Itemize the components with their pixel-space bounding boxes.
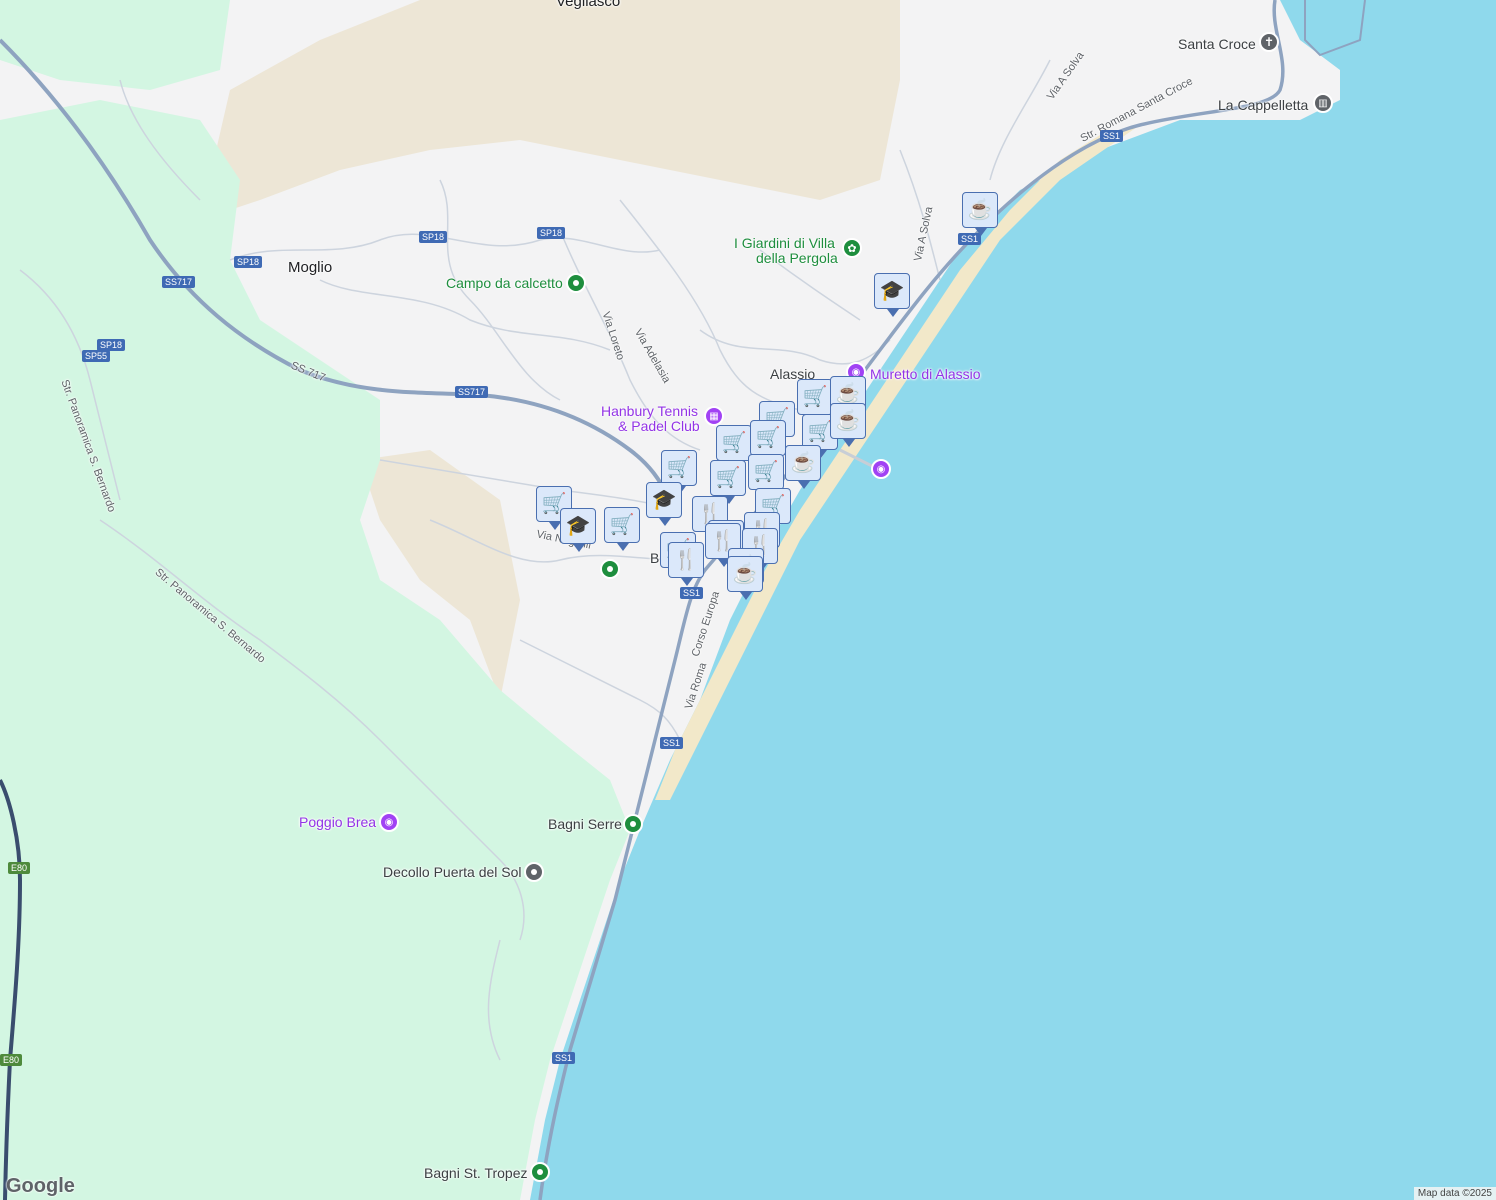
flower-icon[interactable]: ✿ [842,238,862,258]
shopping-pin[interactable]: 🛒 [604,507,640,551]
poi-label-giardini-villa[interactable]: I Giardini di Villa [734,235,835,251]
shield-e80: E80 [0,1054,23,1066]
museum-icon[interactable]: ▥ [1313,93,1333,113]
shopping-pin[interactable]: 🛒 [661,450,697,494]
cafe-icon: ☕ [967,199,993,221]
park-icon[interactable] [600,559,620,579]
shield-sp18: SP18 [537,227,566,239]
cart-icon: 🛒 [721,432,747,454]
shield-sp55: SP55 [82,350,111,362]
park-icon[interactable] [530,1162,550,1182]
church-cross-icon[interactable]: ✝ [1259,32,1279,52]
park-icon[interactable] [623,814,643,834]
cafe-icon: ☕ [835,383,861,405]
cart-icon: 🛒 [755,427,781,449]
cafe-pin[interactable]: ☕ [962,192,998,236]
shield-e80: E80 [8,862,31,874]
shield-sp18: SP18 [234,256,263,268]
poi-label-della-pergola[interactable]: della Pergola [756,250,838,266]
harbor [1304,0,1366,57]
shield-sp18: SP18 [419,231,448,243]
cafe-icon: ☕ [790,452,816,474]
cafe-pin[interactable]: ☕ [830,403,866,447]
school-icon: 🎓 [565,515,591,537]
place-label-vegliasco: Vegliasco [556,0,621,10]
shield-ss1: SS1 [680,587,704,599]
shopping-pin[interactable]: 🛒 [748,454,784,498]
poi-label-campo-da-calcetto[interactable]: Campo da calcetto [446,275,563,291]
map-canvas[interactable] [0,0,1496,1200]
map-attribution: Map data ©2025 [1413,1187,1496,1200]
cart-icon: 🛒 [715,467,741,489]
poi-label-padel-club[interactable]: & Padel Club [618,418,700,434]
circle-icon[interactable] [524,862,544,882]
place-label-santa-croce: Santa Croce [1178,36,1256,52]
fork-knife-icon: 🍴 [673,549,699,571]
poi-label-bagni-serre[interactable]: Bagni Serre [548,816,622,832]
camera-icon[interactable]: ◉ [379,812,399,832]
camera-icon[interactable]: ◉ [871,459,891,479]
poi-label-decollo-puerta-del-sol[interactable]: Decollo Puerta del Sol [383,864,522,880]
shield-ss717: SS717 [455,386,489,398]
google-logo: Google [6,1175,75,1197]
cart-icon: 🛒 [666,457,692,479]
place-label-la-cappelletta: La Cappelletta [1218,97,1309,113]
school-icon: 🎓 [879,280,905,302]
school-pin[interactable]: 🎓 [646,482,682,526]
poi-label-partial-b: B [650,550,660,566]
cart-icon: 🛒 [807,421,833,443]
cafe-icon: ☕ [835,410,861,432]
poi-label-muretto-di-alassio[interactable]: Muretto di Alassio [870,366,981,382]
cart-icon: 🛒 [753,461,779,483]
shopping-pin[interactable]: 🛒 [716,425,752,469]
cart-icon: 🛒 [802,386,828,408]
cafe-icon: ☕ [732,563,758,585]
shield-ss1: SS1 [660,737,684,749]
shopping-pin[interactable]: 🛒 [797,379,833,423]
shopping-pin[interactable]: 🛒 [710,460,746,504]
cafe-pin[interactable]: ☕ [727,556,763,600]
cafe-pin[interactable]: ☕ [785,445,821,489]
shield-ss1: SS1 [1100,130,1124,142]
school-icon: 🎓 [651,489,677,511]
poi-label-bagni-st-tropez[interactable]: Bagni St. Tropez [424,1165,528,1181]
school-pin[interactable]: 🎓 [874,273,910,317]
school-pin[interactable]: 🎓 [560,508,596,552]
poi-label-hanbury-tennis[interactable]: Hanbury Tennis [601,403,698,419]
stadium-icon[interactable] [566,273,586,293]
shield-ss717: SS717 [162,276,196,288]
place-label-moglio: Moglio [288,259,333,276]
building-icon[interactable]: ▦ [704,406,724,426]
shopping-pin[interactable]: 🛒 [750,420,786,464]
shield-ss1: SS1 [552,1052,576,1064]
cart-icon: 🛒 [609,514,635,536]
restaurant-pin[interactable]: 🍴 [668,542,704,586]
poi-label-poggio-brea[interactable]: Poggio Brea [299,814,376,830]
